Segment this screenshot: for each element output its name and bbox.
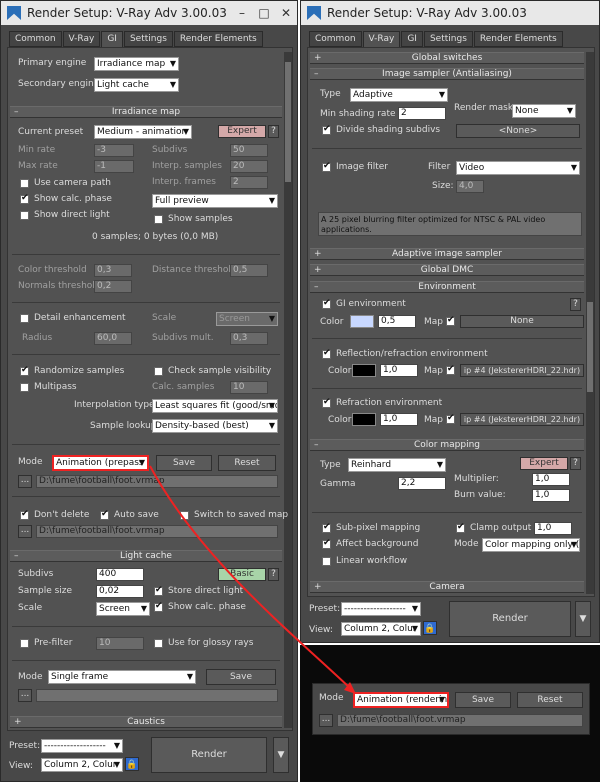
annotation-arrow bbox=[149, 465, 356, 694]
